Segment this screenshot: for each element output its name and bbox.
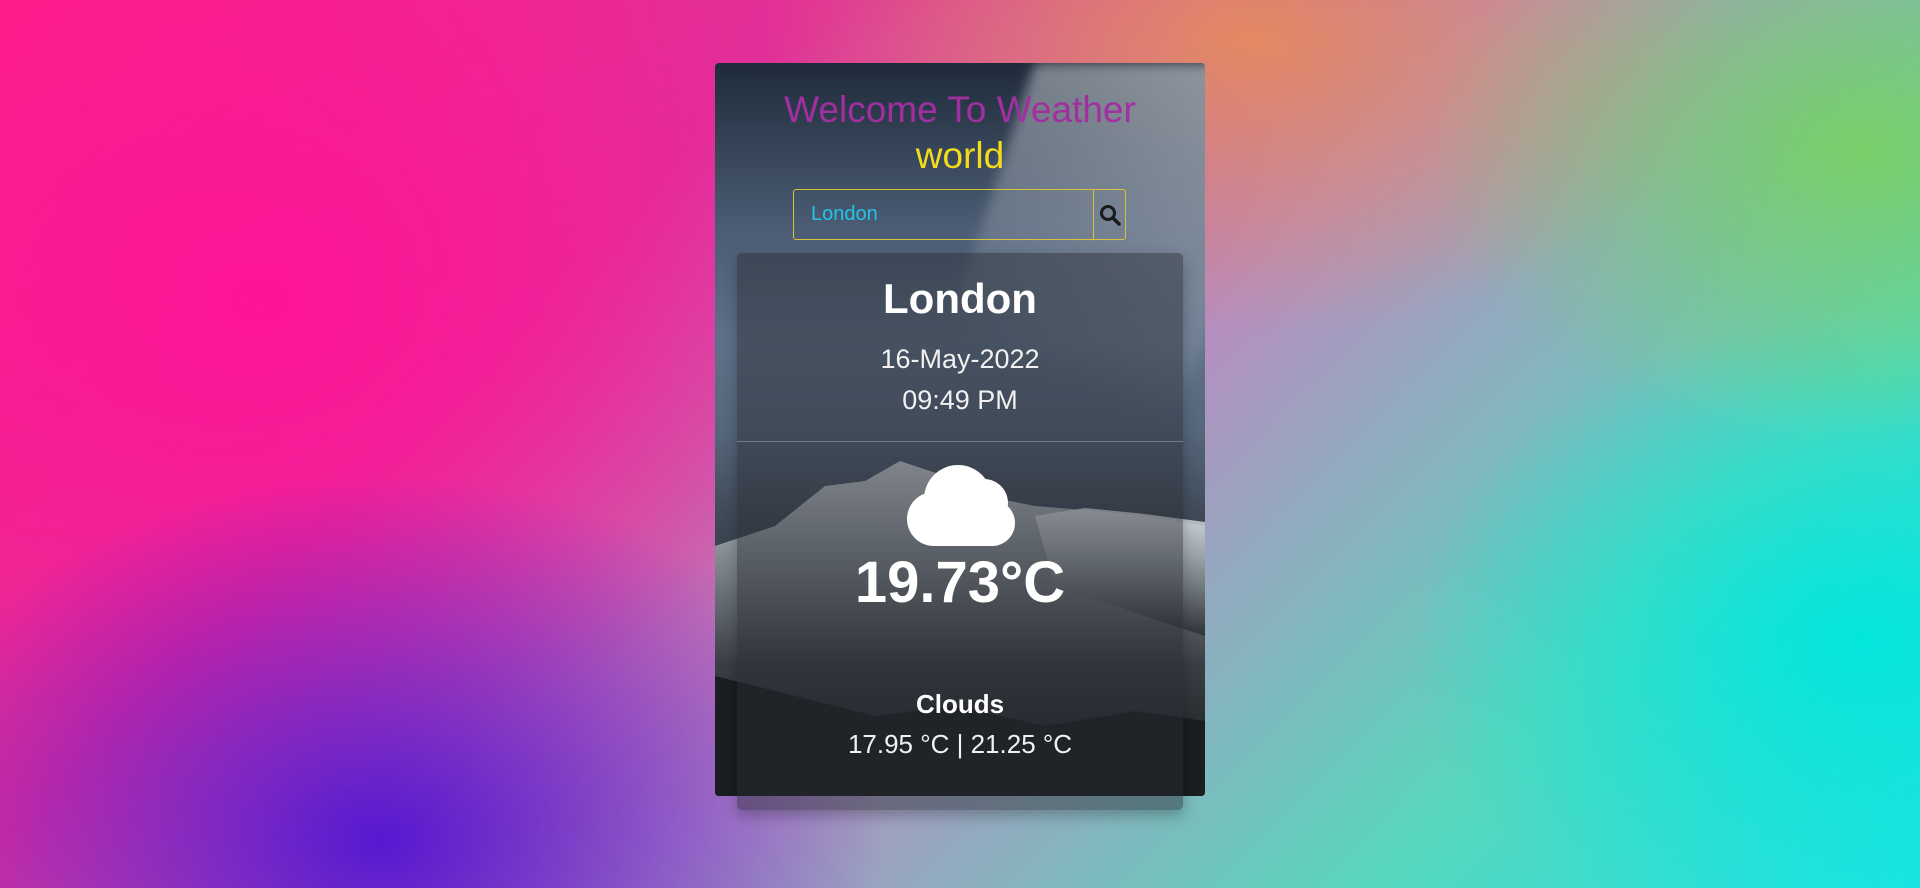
cloud-icon [907, 465, 1015, 546]
date-text: 16-May-2022 [880, 344, 1040, 374]
weather-panel: London 16-May-2022 09:49 PM 19.73°C Clou… [737, 253, 1183, 810]
weather-app-card: Welcome To Weather world London 16-May-2… [715, 63, 1205, 810]
temperature: 19.73°C [854, 550, 1066, 615]
search-icon [1099, 204, 1121, 226]
search-button[interactable] [1093, 190, 1125, 239]
time-text: 09:49 PM [902, 385, 1018, 415]
divider [737, 441, 1183, 442]
page-title: Welcome To Weather world [715, 87, 1205, 179]
weather-condition: Clouds [915, 689, 1005, 719]
min-max-temperature: 17.95 °C | 21.25 °C [847, 729, 1073, 759]
city-name: London [883, 275, 1037, 322]
title-line-2: world [915, 135, 1005, 176]
city-search-input[interactable] [794, 190, 1093, 239]
search-bar [793, 189, 1126, 240]
title-line-1: Welcome To Weather [784, 89, 1136, 130]
